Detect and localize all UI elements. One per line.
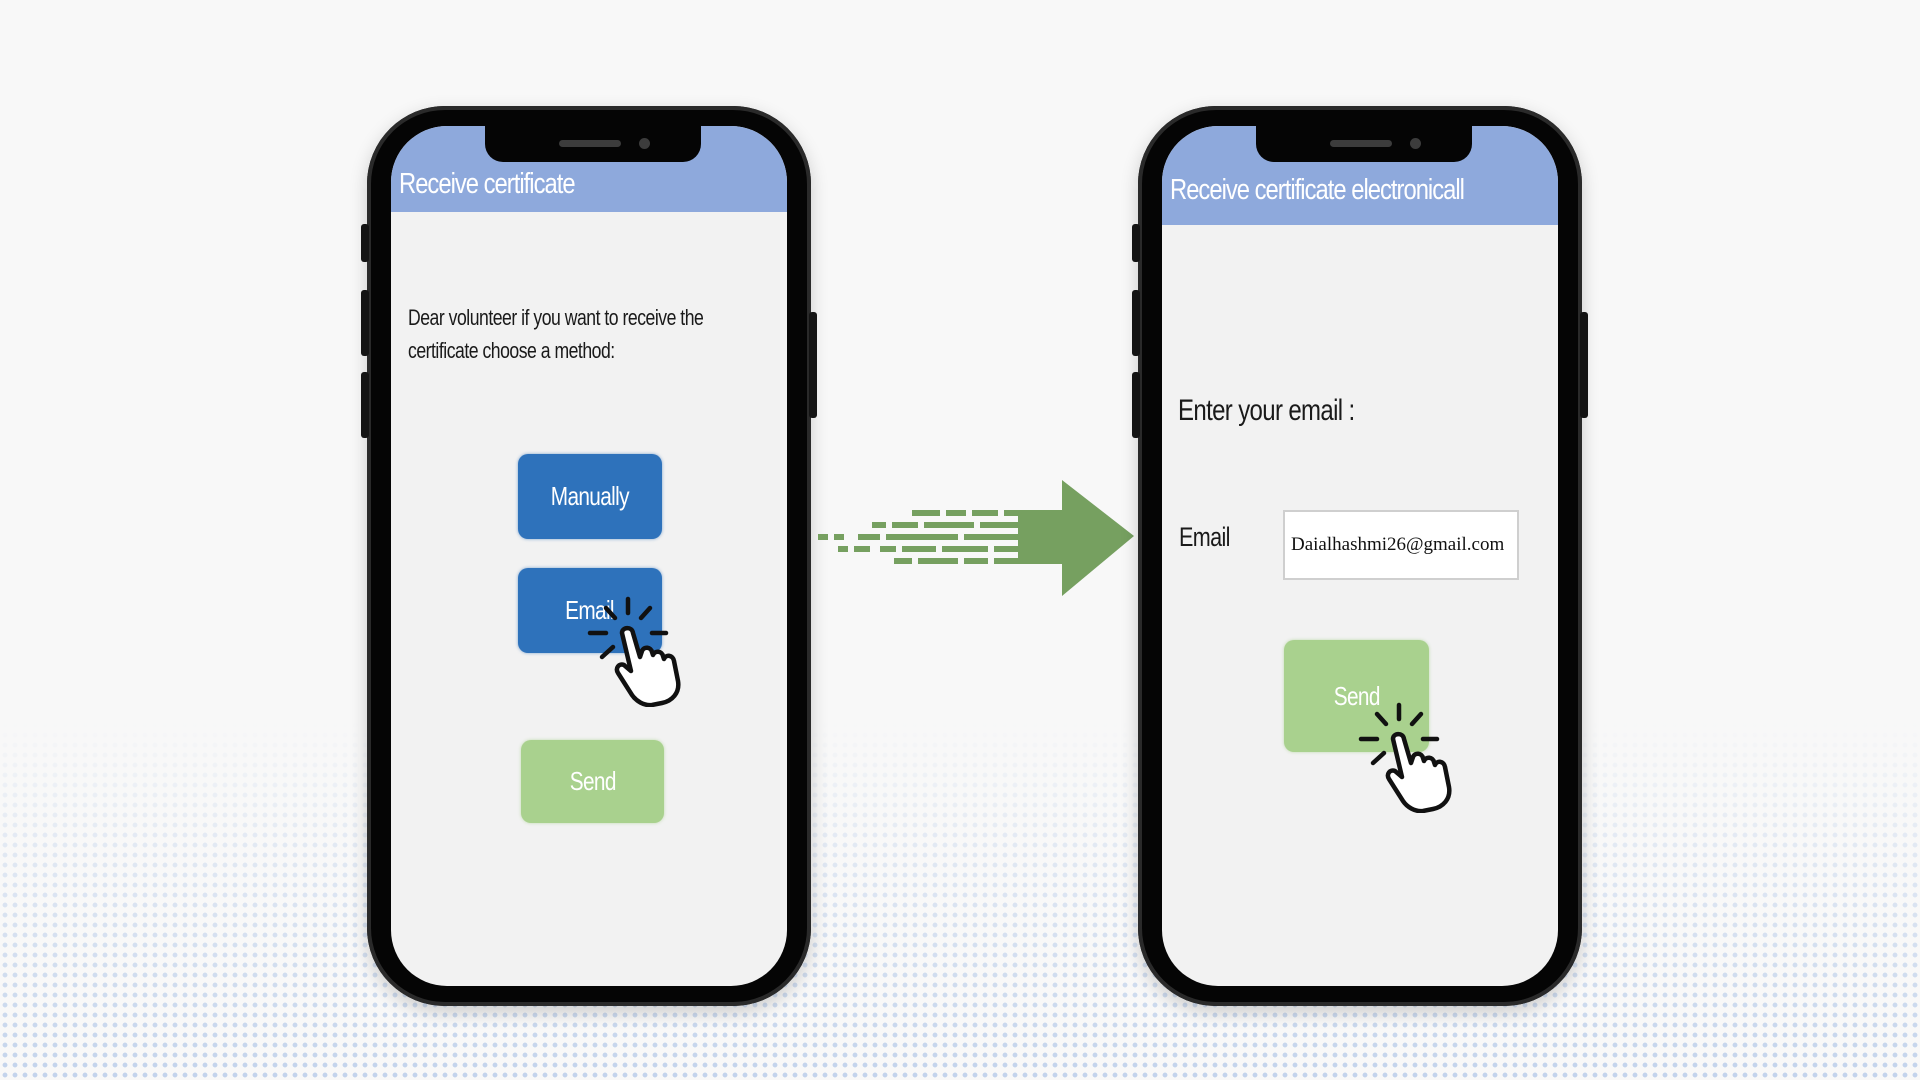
notch (485, 126, 701, 162)
camera (1410, 138, 1421, 149)
email-field[interactable] (1283, 510, 1519, 580)
email-prompt: Enter your email : (1178, 394, 1355, 427)
manually-button[interactable]: Manually (518, 454, 662, 539)
send-button[interactable]: Send (521, 740, 664, 823)
email-label: Email (1179, 522, 1230, 552)
power-button (809, 312, 817, 418)
intro-line-2: certificate choose a method: (408, 338, 615, 363)
volume-down-button (361, 372, 369, 438)
camera (639, 138, 650, 149)
send-button-label: Send (569, 766, 616, 796)
manually-button-label: Manually (550, 481, 630, 511)
mute-switch (361, 224, 369, 262)
power-button (1580, 312, 1588, 418)
mute-switch (1132, 224, 1140, 262)
page-title: Receive certificate (399, 168, 576, 200)
phone-choose-method: Receive certificate Dear volunteer if yo… (361, 106, 817, 1006)
intro-text: Dear volunteer if you want to receive th… (408, 301, 704, 367)
arrow-right-icon (818, 480, 1134, 596)
phone-enter-email: Receive certificate electronicall Enter … (1132, 106, 1588, 1006)
notch (1256, 126, 1472, 162)
intro-line-1: Dear volunteer if you want to receive th… (408, 305, 704, 330)
hand-pointer-click-icon (587, 596, 681, 707)
speaker (1330, 140, 1392, 147)
hand-pointer-click-icon (1358, 702, 1452, 813)
volume-down-button (1132, 372, 1140, 438)
volume-up-button (361, 290, 369, 356)
page-title: Receive certificate electronicall (1170, 174, 1465, 206)
phone-screen: Receive certificate Dear volunteer if yo… (391, 126, 787, 986)
speaker (559, 140, 621, 147)
volume-up-button (1132, 290, 1140, 356)
phone-screen: Receive certificate electronicall Enter … (1162, 126, 1558, 986)
